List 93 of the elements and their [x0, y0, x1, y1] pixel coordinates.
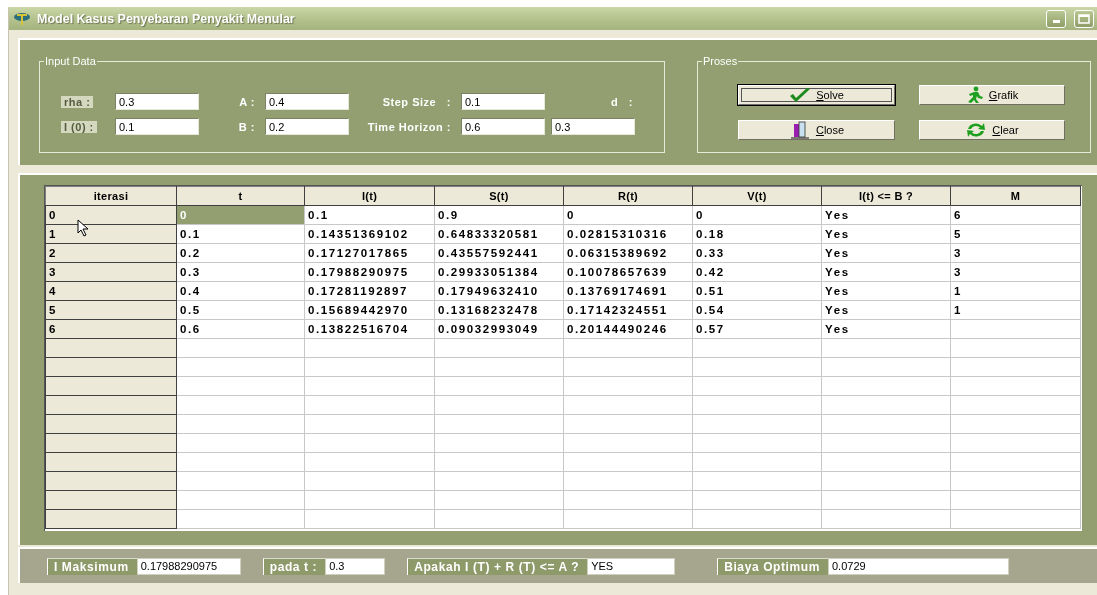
table-cell: 3	[950, 262, 1081, 282]
table-cell: 0.17142324551	[563, 300, 693, 320]
result-label: Biaya Optimum	[717, 557, 828, 575]
field-label: rha :	[61, 95, 94, 108]
table-cell: 0.15689442970	[304, 300, 435, 320]
table-cell: 0.6	[176, 319, 305, 339]
app-logo-icon	[13, 11, 31, 26]
action-button[interactable]: Solve	[738, 85, 895, 105]
refresh-icon	[965, 121, 988, 139]
input-field[interactable]: 0.6	[461, 118, 545, 135]
table-cell: Yes	[821, 319, 951, 339]
table-cell: 0.13769174691	[563, 281, 693, 301]
action-button[interactable]: Clear	[919, 120, 1065, 140]
table-cell: 0	[563, 205, 693, 225]
table-cell: 6	[950, 205, 1081, 225]
group-title: Proses	[702, 55, 739, 67]
minimize-button[interactable]	[1046, 9, 1066, 28]
table-cell: 0.17281192897	[304, 281, 435, 301]
group-title: Input Data	[44, 55, 97, 67]
table-cell: 0.13168232478	[434, 300, 564, 320]
input-field[interactable]: 0.4	[265, 93, 349, 110]
table-cell: 0.13822516704	[304, 319, 435, 339]
table-cell: 3	[950, 243, 1081, 263]
window-title: Model Kasus Penyebaran Penyakit Menular	[37, 11, 295, 26]
column-header[interactable]: M	[950, 186, 1081, 206]
table-cell: 0.33	[692, 243, 822, 263]
field-label: I (0) :	[61, 120, 97, 133]
table-cell: 0.9	[434, 205, 564, 225]
table-cell: 0.64833320581	[434, 224, 564, 244]
table-cell: 0.29933051384	[434, 262, 564, 282]
table-cell: 0.57	[692, 319, 822, 339]
table-cell: 0.02815310316	[563, 224, 693, 244]
action-button[interactable]: Grafik	[919, 85, 1065, 105]
result-label: Apakah I (T) + R (T) <= A ?	[407, 557, 588, 575]
input-field[interactable]: 0.1	[115, 118, 199, 135]
table-cell: 0.17949632410	[434, 281, 564, 301]
table-cell: 0.18	[692, 224, 822, 244]
table-cell: 1	[950, 281, 1081, 301]
input-field[interactable]: 0.3	[115, 93, 199, 110]
table-cell: 0.06315389692	[563, 243, 693, 263]
column-header[interactable]: t	[176, 186, 305, 206]
table-cell: Yes	[821, 281, 951, 301]
table-cell: 0.54	[692, 300, 822, 320]
table-cell: 0.17988290975	[304, 262, 435, 282]
table-cell: 0.14351369102	[304, 224, 435, 244]
column-header[interactable]: R(t)	[563, 186, 693, 206]
result-field[interactable]: YES	[587, 557, 676, 575]
table-cell: Yes	[821, 224, 951, 244]
table-cell: 0.2	[176, 243, 305, 263]
result-label: I Maksimum	[47, 557, 137, 575]
column-header[interactable]: I(t) <= B ?	[821, 186, 951, 206]
column-header[interactable]: I(t)	[304, 186, 435, 206]
column-header[interactable]: iterasi	[45, 186, 177, 206]
input-field[interactable]: 0.1	[461, 93, 545, 110]
result-field[interactable]: 0.17988290975	[136, 557, 241, 575]
table-cell: 1	[950, 300, 1081, 320]
table-cell: 0.43557592441	[434, 243, 564, 263]
table-cell: 0.4	[176, 281, 305, 301]
table-cell: 0.10078657639	[563, 262, 693, 282]
input-field[interactable]: 0.2	[265, 118, 349, 135]
table-cell: 0.20144490246	[563, 319, 693, 339]
field-label: Step Size :	[382, 95, 451, 108]
table-cell: 0.3	[176, 262, 305, 282]
table-cell: 0.09032993049	[434, 319, 564, 339]
check-icon	[789, 87, 812, 103]
result-label: pada t :	[262, 557, 326, 575]
input-field[interactable]: 0.3	[551, 118, 635, 135]
table-cell: 0.1	[176, 224, 305, 244]
table-cell: 0	[692, 205, 822, 225]
result-field[interactable]: 0.0729	[828, 557, 1009, 575]
mouse-pointer-icon	[77, 219, 89, 237]
column-header[interactable]: S(t)	[434, 186, 564, 206]
table-cell: 0.1	[304, 205, 435, 225]
field-label: B :	[238, 120, 255, 133]
door-exit-icon	[788, 121, 811, 139]
table-cell: 0.5	[176, 300, 305, 320]
close-button[interactable]: Close	[738, 120, 895, 140]
field-label: A :	[239, 95, 255, 108]
result-field[interactable]: 0.3	[325, 557, 386, 575]
table-cell: Yes	[821, 300, 951, 320]
maximize-button[interactable]	[1074, 9, 1094, 28]
field-label: d :	[610, 95, 633, 108]
column-header[interactable]: V(t)	[692, 186, 822, 206]
table-cell: 0.17127017865	[304, 243, 435, 263]
table-cell: Yes	[821, 205, 951, 225]
maximize-icon	[1078, 13, 1090, 24]
table-cell: 0.51	[692, 281, 822, 301]
table-cell: Yes	[821, 243, 951, 263]
table-cell: Yes	[821, 262, 951, 282]
table-cell: 0.42	[692, 262, 822, 282]
table-cell: 5	[950, 224, 1081, 244]
field-label: Time Horizon :	[367, 120, 451, 133]
minimize-icon	[1052, 20, 1060, 23]
